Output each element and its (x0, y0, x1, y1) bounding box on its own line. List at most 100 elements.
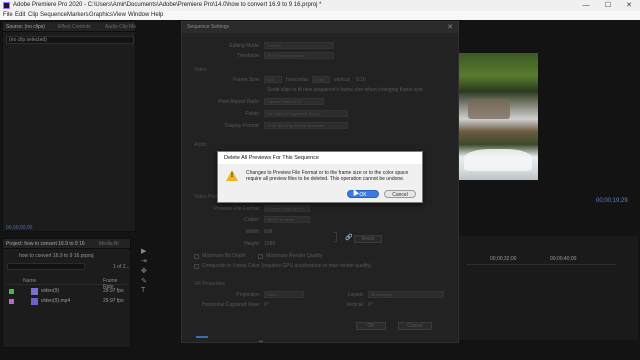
menu-view[interactable]: View (113, 11, 126, 20)
projection-label: Projection: (236, 292, 260, 298)
max-render-quality-label: Maximum Render Quality (266, 253, 323, 259)
frame-height-input[interactable]: 1080 (312, 76, 330, 83)
project-file-name: how to convert 16.9 to 9 16.prproj (19, 253, 94, 259)
tab-project[interactable]: Project: how to convert 16.9 to 9 16 (6, 241, 94, 247)
settings-ok-button[interactable]: OK (356, 322, 386, 330)
menu-bar: File Edit Clip Sequence Markers Graphics… (0, 11, 640, 20)
clip-select-dropdown[interactable]: (no clip selected) (6, 36, 134, 44)
menu-window[interactable]: Window (128, 11, 149, 20)
timeline-tick: 00;00;32;00 (490, 256, 517, 262)
premiere-app-icon (3, 2, 10, 9)
tab-source[interactable]: Source: (no clips) (6, 24, 45, 30)
window-title-bar: Adobe Premiere Pro 2020 - C:\Users\Amir\… (0, 0, 640, 11)
column-name[interactable]: Name (23, 278, 36, 284)
tab-media-browser[interactable]: Media Br (99, 241, 119, 247)
vertical-fov-value[interactable]: 0° (368, 302, 373, 308)
preview-height-label: Height: (244, 241, 260, 247)
display-format-select[interactable]: 29.97 fps Drop-Frame Timecode (264, 122, 348, 129)
menu-file[interactable]: File (3, 11, 13, 20)
preview-width-value[interactable]: 608 (264, 229, 272, 235)
max-bit-depth-checkbox[interactable] (194, 254, 199, 259)
project-search-input[interactable] (7, 263, 85, 270)
video-waterfall (464, 149, 532, 171)
warning-icon-mark: ! (231, 173, 233, 179)
type-tool-icon[interactable]: T (141, 287, 145, 294)
codec-label: Codec: (244, 217, 260, 223)
composite-linear-label: Composite in Linear Color (requires GPU … (202, 263, 372, 269)
pixel-aspect-select[interactable]: Square Pixels (1.0) (264, 98, 324, 105)
fields-label: Fields: (245, 111, 260, 117)
video-section-label: Video (194, 67, 207, 73)
item-count: 1 of 2... (113, 264, 130, 270)
cancel-button[interactable]: Cancel (384, 190, 416, 198)
projection-select[interactable]: None (264, 291, 304, 298)
timeline-tick: 00;00;40;00 (550, 256, 577, 262)
menu-markers[interactable]: Markers (67, 11, 89, 20)
layout-label: Layout: (347, 292, 364, 298)
frame-width-input[interactable]: 608 (264, 76, 282, 83)
frame-size-label: Frame Size: (233, 77, 260, 83)
source-tabs: Source: (no clips) Effect Controls Audio… (3, 22, 136, 32)
video-rock (468, 99, 510, 119)
layout-select[interactable]: Monoscopic (368, 291, 444, 298)
video-file-icon (31, 298, 38, 305)
horizontal-captured-view-value[interactable]: 0° (264, 302, 269, 308)
timebase-label: Timebase: (236, 53, 260, 59)
menu-graphics[interactable]: Graphics (89, 11, 113, 20)
minimize-button[interactable]: — (576, 0, 596, 11)
codec-select[interactable]: MPEG I-Frame (264, 216, 310, 223)
aspect-label: 9:16 (356, 77, 366, 83)
alert-title: Delete All Previews For This Sequence (218, 152, 422, 164)
tools-panel: ▶ ⇥ ✥ ✎ T (138, 245, 152, 295)
source-panel: Source: (no clips) Effect Controls Audio… (2, 21, 136, 232)
settings-cancel-button[interactable]: Cancel (398, 322, 432, 330)
resize-cursor-icon: ↔ (258, 338, 264, 344)
project-panel: Project: how to convert 16.9 to 9 16 Med… (2, 238, 131, 348)
vr-properties-label: VR Properties (194, 281, 226, 287)
close-window-button[interactable]: ✕ (619, 0, 639, 11)
menu-help[interactable]: Help (151, 11, 163, 20)
zoom-scrollbar[interactable] (196, 336, 208, 338)
timebase-select[interactable]: 29.97 frames/second (264, 52, 334, 59)
project-item-row[interactable]: video(9).mp4 29.97 fps (6, 297, 129, 306)
pixel-aspect-label: Pixel Aspect Ratio: (218, 99, 260, 105)
menu-edit[interactable]: Edit (15, 11, 25, 20)
reset-button[interactable]: Reset (354, 235, 382, 243)
fields-select[interactable]: No Fields (Progressive Scan) (264, 110, 348, 117)
item-name: video(9).mp4 (41, 298, 71, 304)
max-render-quality-checkbox[interactable] (258, 254, 263, 259)
label-color-swatch (9, 289, 14, 294)
ripple-edit-tool-icon[interactable]: ✥ (141, 267, 147, 275)
window-title: Adobe Premiere Pro 2020 - C:\Users\Amir\… (13, 2, 322, 8)
project-item-row[interactable]: video(9) 29.97 fps (6, 287, 129, 296)
sequence-icon (31, 288, 38, 295)
razor-tool-icon[interactable]: ✎ (141, 277, 147, 285)
track-select-tool-icon[interactable]: ⇥ (141, 257, 147, 265)
scale-clips-note: Scale clips to fit new sequence's frame … (267, 87, 423, 93)
selection-tool-icon[interactable]: ▶ (141, 247, 146, 255)
horizontal-captured-view-label: Horizontal Captured View: (202, 302, 260, 308)
preview-format-label: Preview File Format: (214, 206, 260, 212)
link-bracket (334, 232, 337, 242)
timeline-ruler (466, 264, 616, 265)
display-format-label: Display Format: (224, 123, 260, 129)
item-frame-rate: 29.97 fps (103, 298, 124, 304)
maximize-button[interactable]: ☐ (598, 0, 618, 11)
max-bit-depth-label: Maximum Bit Depth (202, 253, 246, 259)
menu-clip[interactable]: Clip (28, 11, 38, 20)
dialog-title: Sequence Settings (182, 22, 458, 33)
preview-format-select[interactable]: I-Frame Only MPEG (264, 205, 310, 212)
horizontal-label: horizontal (286, 77, 308, 83)
link-icon[interactable]: 🔗 (345, 234, 352, 241)
tab-effect-controls[interactable]: Effect Controls (58, 24, 91, 30)
preview-height-value[interactable]: 1080 (264, 241, 275, 247)
column-header: Name Frame Rate (6, 277, 129, 290)
composite-linear-checkbox[interactable] (194, 264, 199, 269)
program-timecode: 00;00;19;29 (596, 198, 628, 204)
menu-sequence[interactable]: Sequence (40, 11, 67, 20)
program-monitor-video (458, 53, 538, 180)
vertical-fov-label: Vertical: (346, 302, 364, 308)
editing-mode-select[interactable]: Custom (264, 42, 334, 49)
tab-audio-clip-mixer[interactable]: Audio Clip Mixer: video(9) (105, 24, 136, 30)
close-icon[interactable]: ✕ (447, 23, 453, 31)
